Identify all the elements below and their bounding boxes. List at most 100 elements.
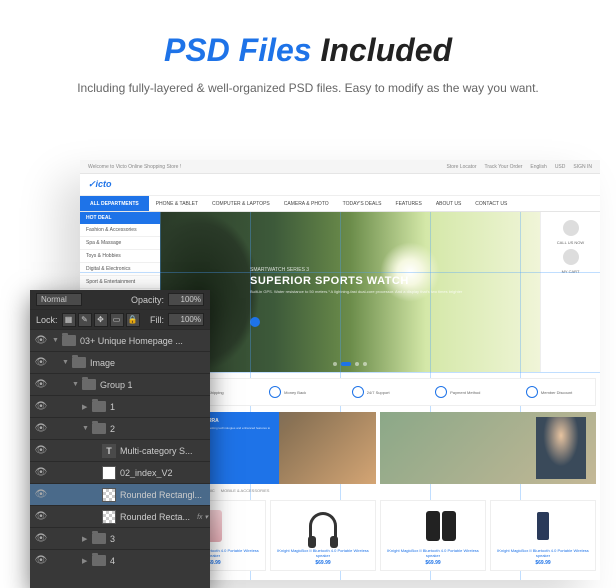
folder-icon <box>92 401 106 412</box>
disclosure-arrow[interactable]: ▼ <box>82 425 92 432</box>
layer-row[interactable]: 👁Rounded Recta...fx ▾ <box>30 506 210 528</box>
folder-icon <box>92 555 106 566</box>
disclosure-arrow[interactable]: ▶ <box>82 403 92 411</box>
product-image <box>309 512 337 540</box>
layer-row[interactable]: 👁Rounded Rectangl... <box>30 484 210 506</box>
layer-thumb <box>102 488 116 502</box>
visibility-eye-icon[interactable]: 👁 <box>30 533 52 544</box>
visibility-eye-icon[interactable]: 👁 <box>30 555 52 566</box>
visibility-eye-icon[interactable]: 👁 <box>30 401 52 412</box>
topbar-link[interactable]: Store Locator <box>446 164 476 170</box>
product-card[interactable]: IKnight MagicBox II Bluetooth 4.0 Portab… <box>270 500 376 571</box>
lock-transparency-icon[interactable]: ▦ <box>62 313 76 327</box>
feature-icon <box>352 386 364 398</box>
product-row: IKnight MagicBox II Bluetooth 4.0 Portab… <box>160 490 596 571</box>
person-image <box>536 417 586 479</box>
category-item[interactable]: Sport & Entertainment <box>80 276 160 289</box>
hero-banner: SMARTWATCH SERIES 3 SUPERIOR SPORTS WATC… <box>160 212 540 372</box>
photoshop-layers-panel: Normal Opacity: 100% Lock: ▦ ✎ ✥ ▭ 🔒 Fil… <box>30 290 210 588</box>
nav-item[interactable]: TODAY'S DEALS <box>336 201 389 207</box>
topbar-link[interactable]: USD <box>555 164 566 170</box>
layers-list: 👁▼03+ Unique Homepage ...👁▼Image👁▼Group … <box>30 330 210 568</box>
visibility-eye-icon[interactable]: 👁 <box>30 511 52 522</box>
disclosure-arrow[interactable]: ▼ <box>52 337 62 344</box>
text-layer-icon: T <box>102 444 116 458</box>
hero-title-blue: PSD Files <box>164 32 312 68</box>
topbar-link[interactable]: English <box>530 164 546 170</box>
feature-item: Money Back <box>269 386 306 398</box>
disclosure-arrow[interactable]: ▼ <box>62 359 72 366</box>
visibility-eye-icon[interactable]: 👁 <box>30 335 52 346</box>
blend-row: Normal Opacity: 100% <box>30 290 210 310</box>
layer-name: 1 <box>110 402 210 412</box>
hot-deal-label: HOT DEAL <box>80 212 160 224</box>
visibility-eye-icon[interactable]: 👁 <box>30 423 52 434</box>
layer-name: 4 <box>110 556 210 566</box>
folder-icon <box>62 335 76 346</box>
feature-label: Member Discount <box>541 390 572 395</box>
disclosure-arrow[interactable]: ▶ <box>82 557 92 565</box>
lock-brush-icon[interactable]: ✎ <box>78 313 92 327</box>
promo-banner[interactable] <box>380 412 596 484</box>
lock-move-icon[interactable]: ✥ <box>94 313 108 327</box>
layer-row[interactable]: 👁▼2 <box>30 418 210 440</box>
nav-departments[interactable]: ALL DEPARTMENTS <box>80 196 149 211</box>
layer-row[interactable]: 👁 ▶ 1 <box>30 396 210 418</box>
visibility-eye-icon[interactable]: 👁 <box>30 489 52 500</box>
visibility-eye-icon[interactable]: 👁 <box>30 379 52 390</box>
category-item[interactable]: Spa & Massage <box>80 237 160 250</box>
category-item[interactable]: Fashion & Accessories <box>80 224 160 237</box>
logo[interactable]: icto <box>88 179 112 190</box>
disclosure-arrow[interactable]: ▶ <box>82 535 92 543</box>
nav-item[interactable]: CAMERA & PHOTO <box>277 201 336 207</box>
hero: PSD Files Included Including fully-layer… <box>0 0 616 115</box>
layer-row[interactable]: 👁TMulti-category S... <box>30 440 210 462</box>
layer-row[interactable]: 👁▶3 <box>30 528 210 550</box>
layer-row[interactable]: 👁▼ 03+ Unique Homepage ... <box>30 330 210 352</box>
opacity-input[interactable]: 100% <box>168 293 204 306</box>
guide-line <box>80 272 600 273</box>
product-image <box>426 511 440 541</box>
nav-item[interactable]: CONTACT US <box>468 201 514 207</box>
feature-label: Payment Method <box>450 390 480 395</box>
nav-item[interactable]: COMPUTER & LAPTOPS <box>205 201 277 207</box>
layer-fx-icon[interactable]: fx ▾ <box>197 513 208 521</box>
carousel-dots[interactable] <box>333 362 367 366</box>
lock-artboard-icon[interactable]: ▭ <box>110 313 124 327</box>
nav-item[interactable]: ABOUT US <box>429 201 468 207</box>
feature-icon <box>435 386 447 398</box>
lock-all-icon[interactable]: 🔒 <box>126 313 140 327</box>
layer-row[interactable]: 👁 ▼ Group 1 <box>30 374 210 396</box>
feature-item: Payment Method <box>435 386 480 398</box>
nav-item[interactable]: PHONE & TABLET <box>149 201 205 207</box>
product-card[interactable]: IKnight MagicBox II Bluetooth 4.0 Portab… <box>380 500 486 571</box>
cart-icon[interactable] <box>563 249 579 265</box>
blend-mode-select[interactable]: Normal <box>36 293 82 306</box>
layer-row[interactable]: 👁▼Image <box>30 352 210 374</box>
nav-item[interactable]: FEATURES <box>389 201 429 207</box>
layer-row[interactable]: 👁 02_index_V2 <box>30 462 210 484</box>
hero-title-rest: Included <box>312 32 452 68</box>
fill-input[interactable]: 100% <box>168 313 204 326</box>
main-nav: ALL DEPARTMENTS PHONE & TABLET COMPUTER … <box>80 196 600 212</box>
signin-link[interactable]: SIGN IN <box>573 164 592 170</box>
feature-label: Money Back <box>284 390 306 395</box>
disclosure-arrow[interactable]: ▼ <box>72 381 82 388</box>
layer-name: Group 1 <box>100 380 210 390</box>
layer-row[interactable]: 👁 ▶ 4 <box>30 550 210 568</box>
folder-icon <box>92 423 106 434</box>
feature-item: Member Discount <box>526 386 572 398</box>
layer-thumb <box>102 466 116 480</box>
visibility-eye-icon[interactable]: 👁 <box>30 467 52 478</box>
category-item[interactable]: Digital & Electronics <box>80 263 160 276</box>
product-price: $69.99 <box>385 560 481 566</box>
topbar-link[interactable]: Track Your Order <box>485 164 523 170</box>
product-name: IKnight MagicBox II Bluetooth 4.0 Portab… <box>385 549 481 559</box>
banner-button[interactable] <box>250 317 260 327</box>
visibility-eye-icon[interactable]: 👁 <box>30 357 52 368</box>
layer-name: 02_index_V2 <box>120 468 210 478</box>
layer-name: 03+ Unique Homepage ... <box>80 336 210 346</box>
category-item[interactable]: Toys & Hobbies <box>80 250 160 263</box>
product-card[interactable]: IKnight MagicBox II Bluetooth 4.0 Portab… <box>490 500 596 571</box>
visibility-eye-icon[interactable]: 👁 <box>30 445 52 456</box>
